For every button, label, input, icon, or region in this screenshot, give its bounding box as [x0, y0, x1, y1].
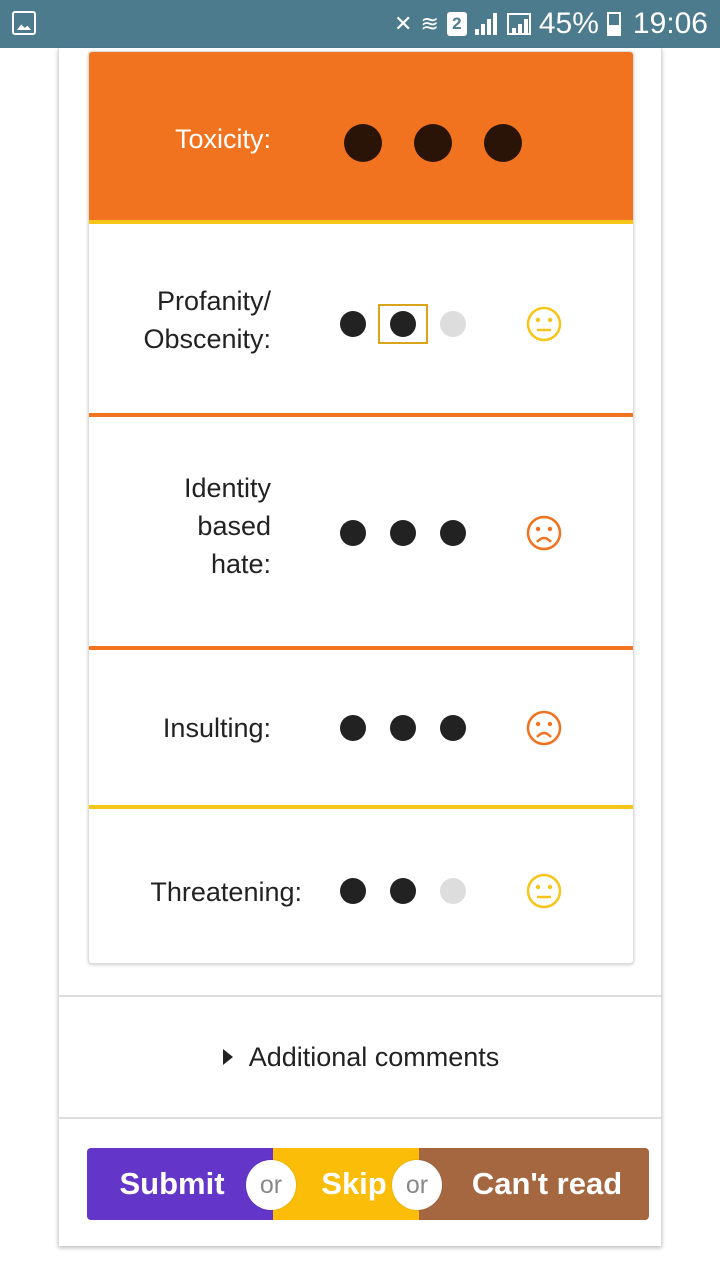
rating-dot[interactable] [344, 124, 382, 162]
signal-icon [474, 13, 499, 35]
toxicity-rating[interactable] [344, 124, 522, 162]
rating-dot-option-focused[interactable] [378, 304, 428, 344]
profanity-rating[interactable] [328, 304, 478, 344]
cant-read-button[interactable]: Can't read [419, 1148, 649, 1220]
label-line: Profanity/ [156, 286, 271, 316]
rating-dot [390, 878, 416, 904]
frown-face-icon [526, 515, 562, 551]
rating-dot [440, 520, 466, 546]
rating-dot [440, 878, 466, 904]
rating-dot-option[interactable] [428, 304, 478, 344]
sim-icon: 2 [446, 12, 467, 36]
ratings-card: Toxicity: Profanity/ Obscenity: Identity… [88, 51, 634, 964]
toxicity-row: Toxicity: [89, 52, 633, 224]
rating-dot-option[interactable] [378, 513, 428, 553]
neutral-face-icon [526, 873, 562, 909]
identity-hate-row: Identity based hate: [89, 421, 633, 650]
review-panel: Toxicity: Profanity/ Obscenity: Identity… [58, 48, 663, 1246]
neutral-face-icon [526, 306, 562, 342]
label-line: hate: [210, 549, 271, 579]
insulting-rating[interactable] [328, 708, 478, 748]
threatening-label: Threatening: [150, 877, 302, 907]
caret-right-icon [222, 1049, 233, 1065]
rating-dot [440, 715, 466, 741]
rating-dot [340, 520, 366, 546]
gallery-notification-icon [12, 11, 36, 35]
wifi-icon: ≋ [420, 11, 439, 36]
signal-2-icon [506, 13, 531, 35]
rating-dot [340, 878, 366, 904]
profanity-label: Profanity/ Obscenity: [143, 282, 271, 358]
identity-hate-rating[interactable] [328, 513, 478, 553]
status-bar: ✕ ≋ 2 45% 19:06 [0, 0, 720, 48]
battery-icon [606, 12, 621, 36]
rating-dot-option[interactable] [328, 304, 378, 344]
rating-dot [390, 520, 416, 546]
divider [59, 995, 663, 997]
rating-dot-option[interactable] [328, 513, 378, 553]
vibrate-mute-icon: ✕ [394, 11, 413, 36]
rating-dot-option[interactable] [428, 708, 478, 748]
insulting-row: Insulting: [89, 654, 633, 809]
rating-dot [340, 715, 366, 741]
frown-face-icon [526, 710, 562, 746]
rating-dot-option[interactable] [428, 871, 478, 911]
rating-dot [390, 311, 416, 337]
additional-comments-label: Additional comments [248, 1041, 500, 1072]
rating-dot-option[interactable] [328, 871, 378, 911]
rating-dot[interactable] [484, 124, 522, 162]
label-line: Obscenity: [143, 324, 271, 354]
toxicity-label: Toxicity: [174, 124, 271, 154]
additional-comments-toggle[interactable]: Additional comments [59, 998, 663, 1116]
battery-percent: 45% [538, 7, 599, 40]
rating-dot-option[interactable] [328, 708, 378, 748]
threatening-rating[interactable] [328, 871, 478, 911]
clock: 19:06 [632, 7, 708, 40]
status-icons: ✕ ≋ 2 45% 19:06 [394, 0, 708, 48]
insulting-label: Insulting: [162, 713, 271, 743]
or-separator: or [392, 1160, 442, 1210]
rating-dot[interactable] [414, 124, 452, 162]
rating-dot-option[interactable] [378, 708, 428, 748]
rating-dot [390, 715, 416, 741]
rating-dot [440, 311, 466, 337]
or-separator: or [246, 1160, 296, 1210]
threatening-row: Threatening: [89, 813, 633, 963]
rating-dot [340, 311, 366, 337]
label-line: based [197, 511, 271, 541]
label-line: Identity [183, 473, 271, 503]
profanity-row: Profanity/ Obscenity: [89, 228, 633, 417]
rating-dot-option[interactable] [428, 513, 478, 553]
divider [59, 1117, 663, 1119]
rating-dot-option[interactable] [378, 871, 428, 911]
identity-hate-label: Identity based hate: [184, 469, 271, 583]
action-buttons: Submit Skip Can't read or or [87, 1148, 649, 1220]
